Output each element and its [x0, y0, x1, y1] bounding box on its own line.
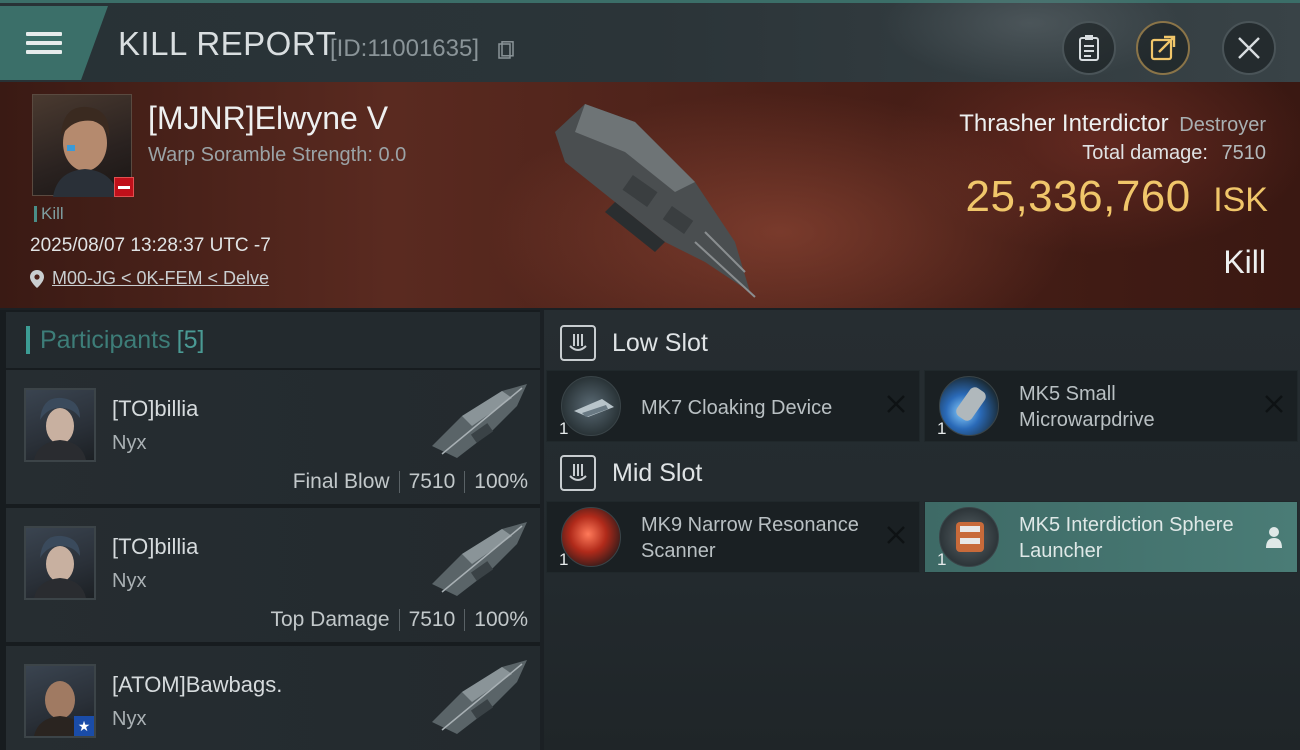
kill-result: Kill — [1223, 244, 1266, 280]
module-quantity: 1 — [559, 419, 569, 438]
clipboard-icon — [1079, 35, 1099, 61]
menu-button[interactable] — [0, 6, 108, 80]
victim-ship-type: Thrasher Interdictor Destroyer — [959, 110, 1266, 138]
accent-bar — [26, 326, 30, 354]
resonance-scanner-icon — [561, 507, 621, 567]
participant-row[interactable]: [TO]billia Nyx Top Damage 7510 100% — [6, 508, 540, 642]
destroyed-x-icon — [887, 526, 905, 544]
ship-name[interactable]: Thrasher Interdictor — [959, 110, 1168, 137]
participant-role: Final Blow — [292, 470, 390, 493]
participants-panel: Participants [5] [TO]billia Nyx Final Bl… — [0, 310, 540, 750]
share-icon — [1150, 35, 1176, 61]
mid-slot-header: Mid Slot — [560, 448, 702, 498]
participant-ship: Nyx — [112, 432, 147, 454]
participant-role: Top Damage — [270, 608, 390, 631]
participant-avatar[interactable] — [24, 526, 96, 600]
hostile-badge — [114, 177, 134, 197]
low-slot-icon — [560, 325, 596, 361]
clipboard-button[interactable] — [1062, 21, 1116, 75]
ship-class: Destroyer — [1179, 114, 1266, 136]
location-link[interactable]: M00-JG < 0K-FEM < Delve — [52, 268, 269, 289]
ship-image — [432, 660, 527, 734]
victim-ship-image — [555, 104, 756, 298]
participant-name[interactable]: [TO]billia — [112, 396, 198, 422]
participant-avatar[interactable] — [24, 388, 96, 462]
ship-image — [432, 384, 527, 458]
module-quantity: 1 — [559, 550, 569, 569]
participant-ship: Nyx — [112, 708, 147, 730]
pilot-portrait-icon — [34, 535, 86, 598]
participant-name[interactable]: [TO]billia — [112, 534, 198, 560]
share-button[interactable] — [1136, 21, 1190, 75]
header-bar: KILL REPORT [ID:11001635] — [0, 0, 1300, 83]
close-button[interactable] — [1222, 21, 1276, 75]
pilot-portrait-icon — [34, 397, 86, 460]
participants-label: Participants — [40, 325, 171, 354]
module-name: MK7 Cloaking Device — [641, 397, 833, 419]
location-pin-icon — [30, 269, 44, 288]
participant-stats: Final Blow 7510 100% — [293, 470, 528, 494]
low-slot-label: Low Slot — [612, 328, 708, 357]
participant-percent: 100% — [474, 608, 528, 631]
participant-stats: Top Damage 7510 100% — [270, 608, 528, 632]
ship-image — [432, 522, 527, 596]
participant-damage: 7510 — [408, 470, 456, 493]
low-slot-header: Low Slot — [560, 318, 708, 368]
cloaking-device-icon — [561, 376, 621, 436]
module-item[interactable]: 1 MK7 Cloaking Device — [546, 370, 920, 442]
mid-slot-label: Mid Slot — [612, 458, 703, 487]
participant-name[interactable]: [ATOM]Bawbags. — [112, 672, 282, 698]
victim-banner: [MJNR]Elwyne V Warp Soramble Strength: 0… — [0, 82, 1300, 308]
kill-tag: Kill — [34, 205, 64, 222]
victim-name[interactable]: [MJNR]Elwyne V — [148, 100, 388, 137]
participant-row[interactable]: [TO]billia Nyx Final Blow 7510 100% — [6, 370, 540, 504]
fitting-panel: Low Slot 1 MK7 Cloaking Device 1 MK5 Sma… — [544, 310, 1300, 750]
page-title: KILL REPORT — [118, 25, 337, 62]
module-item[interactable]: 1 MK5 Small Microwarpdrive — [924, 370, 1298, 442]
destroyed-x-icon — [887, 395, 905, 413]
interdiction-sphere-launcher-icon — [939, 507, 999, 567]
participant-damage: 7510 — [408, 608, 456, 631]
participants-header: Participants [5] — [6, 312, 540, 368]
participants-count: [5] — [176, 325, 205, 354]
module-quantity: 1 — [937, 550, 947, 569]
isk-amount: 25,336,760 — [965, 172, 1191, 221]
header-decoration — [880, 0, 1180, 83]
module-quantity: 1 — [937, 419, 947, 438]
participant-ship: Nyx — [112, 570, 147, 592]
destroyed-x-icon — [1265, 395, 1283, 413]
isk-value: 25,336,760 ISK — [966, 172, 1268, 222]
module-item[interactable]: 1 MK9 Narrow Resonance Scanner — [546, 501, 920, 573]
hamburger-icon — [26, 27, 62, 59]
total-damage-label: Total damage: — [1082, 142, 1208, 164]
participant-percent: 100% — [474, 470, 528, 493]
module-name: MK9 Narrow Resonance Scanner — [641, 514, 859, 562]
dropped-person-icon — [1266, 527, 1282, 548]
close-icon — [1238, 37, 1260, 59]
total-damage-value: 7510 — [1221, 142, 1267, 164]
mid-slot-icon — [560, 455, 596, 491]
star-badge-icon: ★ — [74, 716, 94, 736]
total-damage: Total damage: 7510 — [1082, 142, 1266, 165]
isk-unit: ISK — [1213, 181, 1268, 219]
microwarpdrive-icon — [939, 376, 999, 436]
module-item[interactable]: 1 MK5 Interdiction Sphere Launcher — [924, 501, 1298, 573]
copy-icon[interactable] — [498, 41, 514, 59]
report-id: [ID:11001635] — [330, 35, 480, 62]
kill-location[interactable]: M00-JG < 0K-FEM < Delve — [30, 268, 269, 289]
participant-avatar[interactable]: ★ — [24, 664, 96, 738]
warp-scramble-strength: Warp Soramble Strength: 0.0 — [148, 144, 407, 166]
module-name: MK5 Small Microwarpdrive — [1019, 383, 1155, 431]
module-name: MK5 Interdiction Sphere Launcher — [1019, 514, 1234, 562]
participant-row[interactable]: ★ [ATOM]Bawbags. Nyx — [6, 646, 540, 750]
kill-timestamp: 2025/08/07 13:28:37 UTC -7 — [30, 235, 271, 256]
